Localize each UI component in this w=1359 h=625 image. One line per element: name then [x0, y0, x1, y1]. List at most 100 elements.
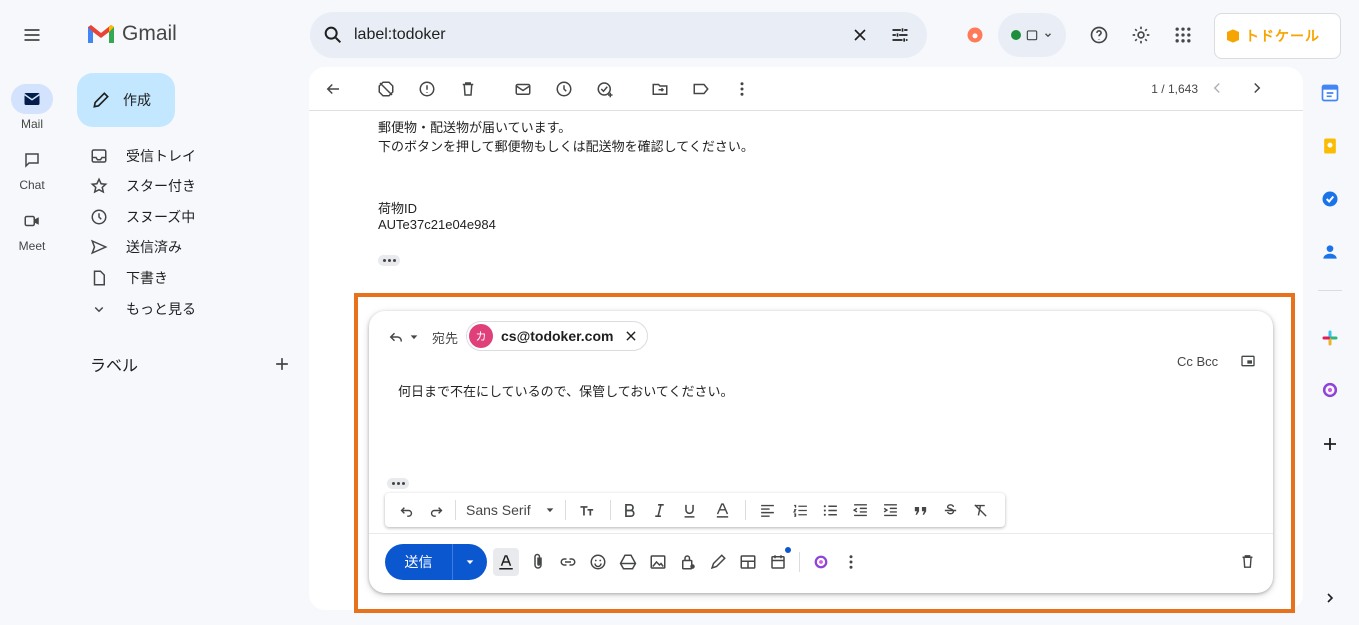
message-line-2: 下のボタンを押して郵便物もしくは配送物を確認してください。: [378, 139, 754, 154]
keep-icon: [1324, 138, 1336, 154]
gmail-logo[interactable]: Gmail: [86, 22, 177, 46]
nav-drafts-label: 下書き: [126, 270, 168, 286]
nav-starred-label: スター付き: [126, 178, 196, 194]
nav-snoozed[interactable]: スヌーズ中: [90, 203, 195, 231]
nav-sent-label: 送信済み: [126, 239, 182, 255]
tasks-icon: [1322, 191, 1338, 207]
chevron-left-icon: [1213, 82, 1220, 94]
search-bar[interactable]: label:todoker: [310, 12, 927, 58]
ai-app-button[interactable]: [1318, 378, 1342, 402]
tune-icon: [892, 28, 908, 42]
brand-logo-icon: [1227, 29, 1239, 43]
chevron-right-icon: [1327, 593, 1334, 603]
label-icon: [693, 83, 709, 94]
rail-meet-label: Meet: [18, 239, 46, 253]
rail-chat-label: Chat: [19, 178, 45, 192]
close-icon: [854, 29, 866, 41]
account-brand-logo[interactable]: トドケール: [1214, 13, 1341, 59]
back-button[interactable]: [317, 73, 349, 105]
nav-more[interactable]: もっと見る: [90, 295, 196, 323]
slack-icon: [1322, 330, 1338, 346]
trash-icon: [462, 81, 474, 96]
show-trimmed-button[interactable]: [378, 255, 400, 266]
get-addons-button[interactable]: [1318, 432, 1342, 456]
help-icon: [1090, 26, 1108, 44]
plus-icon: [1324, 438, 1336, 450]
add-label-button[interactable]: [270, 352, 294, 376]
search-icon: [324, 26, 342, 44]
contacts-app-button[interactable]: [1318, 240, 1342, 264]
inbox-icon: [91, 149, 107, 163]
brand-text: トドケール: [1245, 28, 1320, 44]
apps-grid-icon: [1175, 27, 1191, 43]
task-add-icon: [597, 81, 613, 97]
keep-app-button[interactable]: [1318, 134, 1342, 158]
settings-button[interactable]: [1124, 18, 1158, 52]
gmail-m-icon: [88, 25, 114, 43]
folder-move-icon: [652, 83, 668, 95]
older-button[interactable]: [1202, 73, 1232, 103]
ai-spark-icon: [1322, 382, 1338, 398]
pencil-icon: [93, 92, 109, 108]
compose-button[interactable]: 作成: [77, 73, 175, 127]
report-spam-off-button[interactable]: [370, 73, 402, 105]
clock-icon: [556, 81, 572, 96]
highlight-frame: [354, 293, 1295, 613]
right-rail-divider: [1318, 290, 1342, 291]
labels-heading: ラベル: [90, 358, 139, 375]
report-spam-button[interactable]: [411, 73, 443, 105]
main-menu-button[interactable]: [15, 18, 49, 52]
hamburger-icon: [24, 29, 40, 41]
nav-more-label: もっと見る: [126, 301, 196, 317]
help-button[interactable]: [1082, 18, 1116, 52]
search-options-button[interactable]: [885, 20, 915, 50]
add-task-button[interactable]: [589, 73, 621, 105]
clock-icon: [91, 209, 107, 225]
newer-button[interactable]: [1242, 73, 1272, 103]
app-name: Gmail: [122, 22, 177, 45]
nav-snoozed-label: スヌーズ中: [126, 209, 196, 225]
no-spam-icon: [378, 81, 394, 96]
send-icon: [90, 239, 108, 255]
rail-meet[interactable]: Meet: [8, 206, 56, 253]
pager-count: 1 / 1,643: [1151, 82, 1198, 96]
tasks-app-button[interactable]: [1318, 187, 1342, 211]
draft-icon: [93, 270, 105, 286]
move-to-button[interactable]: [644, 73, 676, 105]
arrow-left-icon: [326, 83, 339, 94]
rail-chat[interactable]: Chat: [8, 145, 56, 192]
nav-sent[interactable]: 送信済み: [90, 233, 182, 261]
hubspot-extension-button[interactable]: [958, 18, 992, 52]
meet-icon: [24, 215, 39, 227]
nav-inbox[interactable]: 受信トレイ: [90, 142, 196, 170]
mail-dot-icon: [515, 83, 531, 95]
nav-starred[interactable]: スター付き: [90, 172, 196, 200]
hubspot-icon: [967, 27, 983, 43]
rail-mail-label: Mail: [20, 117, 43, 131]
show-side-panel-button[interactable]: [1318, 586, 1342, 610]
slack-app-button[interactable]: [1318, 326, 1342, 350]
search-input[interactable]: label:todoker: [354, 26, 845, 44]
mark-unread-button[interactable]: [507, 73, 539, 105]
rail-mail[interactable]: Mail: [8, 84, 56, 131]
apps-button[interactable]: [1166, 18, 1200, 52]
mail-icon: [24, 93, 40, 105]
message-toolbar: 1 / 1,643: [309, 67, 1303, 111]
alert-icon: [419, 81, 435, 96]
parcel-id-label: 荷物ID: [378, 201, 418, 216]
message-line-1: 郵便物・配送物が届いています。: [378, 120, 572, 135]
delete-button[interactable]: [452, 73, 484, 105]
snooze-button[interactable]: [548, 73, 580, 105]
nav-drafts[interactable]: 下書き: [90, 264, 168, 292]
calendar-app-button[interactable]: [1318, 81, 1342, 105]
clear-search-button[interactable]: [845, 20, 875, 50]
chevron-down-icon: [1045, 33, 1051, 38]
chevron-down-icon: [94, 306, 104, 313]
contacts-icon: [1323, 245, 1337, 259]
label-button[interactable]: [685, 73, 717, 105]
gear-icon: [1132, 26, 1150, 44]
more-options-button[interactable]: [726, 73, 758, 105]
status-dot-icon: [1011, 30, 1021, 40]
status-selector[interactable]: [998, 13, 1066, 57]
google-calendar-icon: [1321, 84, 1339, 102]
